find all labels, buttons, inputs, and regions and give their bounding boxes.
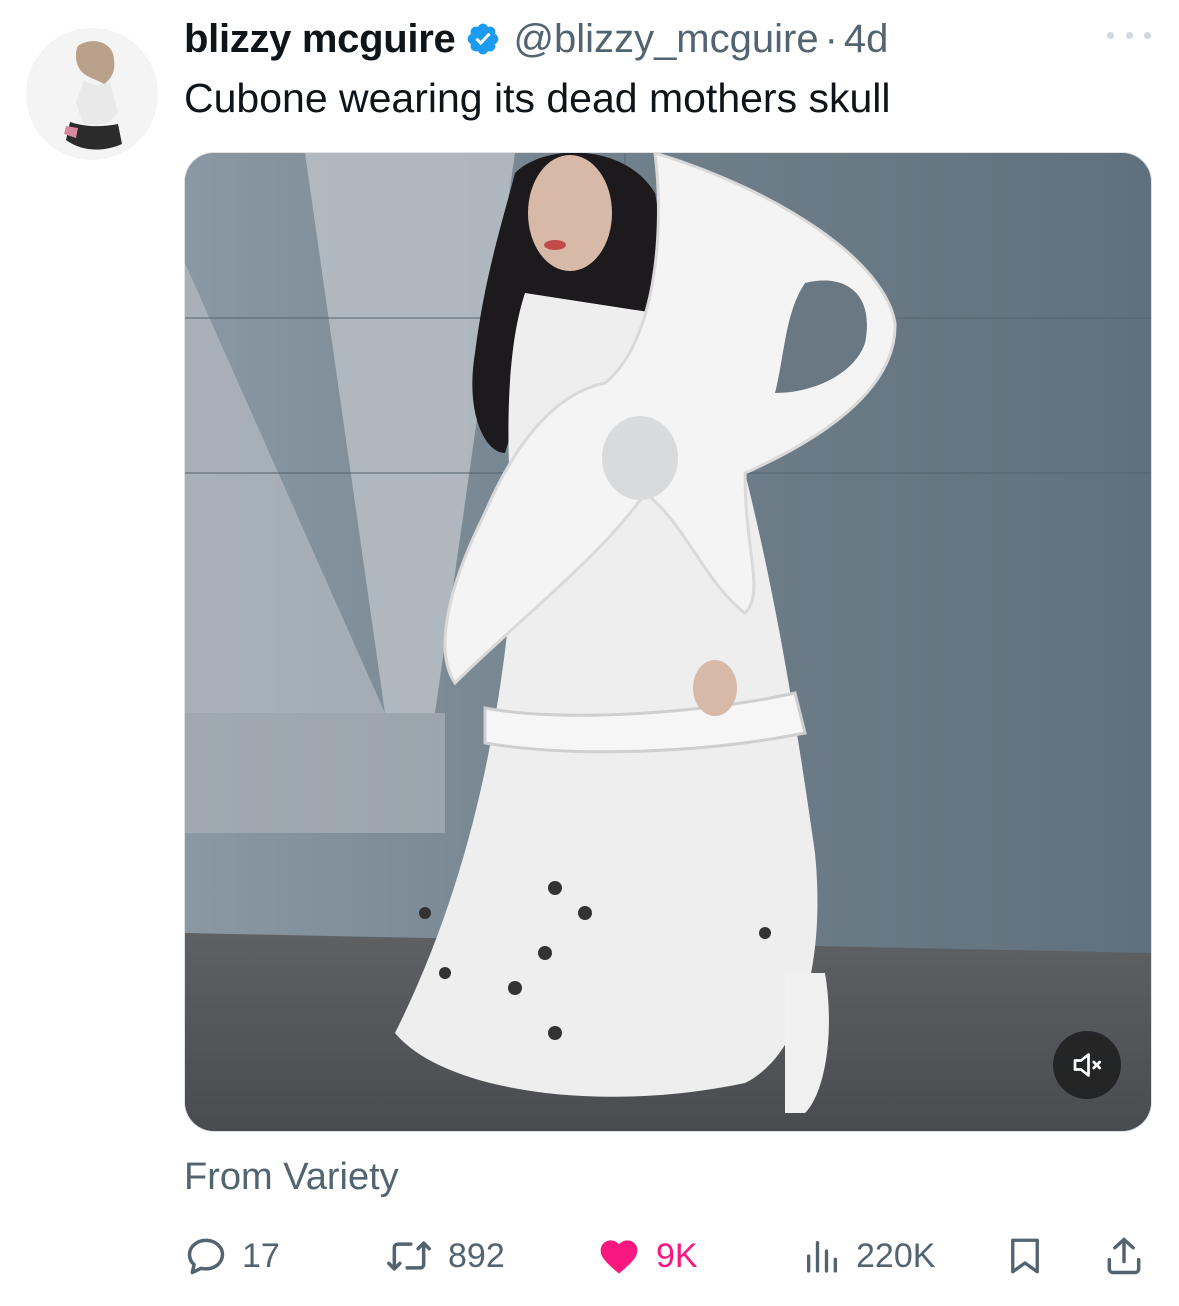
share-button[interactable] xyxy=(1102,1226,1146,1286)
volume-muted-icon[interactable] xyxy=(1053,1031,1121,1099)
more-options-icon[interactable] xyxy=(1107,20,1151,50)
bookmark-button[interactable] xyxy=(1004,1226,1046,1286)
display-name[interactable]: blizzy mcguire xyxy=(184,17,456,62)
heart-icon xyxy=(600,1240,638,1274)
tweet-action-bar: 17 892 9K 220K xyxy=(184,1226,1152,1286)
retweet-count: 892 xyxy=(448,1236,505,1275)
views-chart-icon xyxy=(807,1241,837,1273)
views-button[interactable]: 220K xyxy=(802,1226,935,1286)
view-count: 220K xyxy=(856,1236,936,1275)
share-icon xyxy=(1107,1237,1141,1275)
tweet-text: Cubone wearing its dead mothers skull xyxy=(184,75,891,121)
bookmark-icon xyxy=(1011,1238,1039,1274)
verified-badge-icon[interactable] xyxy=(465,21,501,57)
tweet-header: blizzy mcguire @blizzy_mcguire · 4d xyxy=(184,12,888,66)
like-button[interactable]: 9K xyxy=(596,1226,698,1286)
retweet-icon xyxy=(387,1241,431,1271)
retweet-button[interactable]: 892 xyxy=(384,1226,505,1286)
media-source-label[interactable]: From Variety xyxy=(184,1156,399,1199)
avatar[interactable] xyxy=(26,28,158,160)
reply-button[interactable]: 17 xyxy=(184,1226,280,1286)
reply-count: 17 xyxy=(242,1236,280,1275)
reply-icon xyxy=(187,1238,225,1275)
user-handle[interactable]: @blizzy_mcguire xyxy=(513,17,818,62)
timestamp[interactable]: 4d xyxy=(844,17,889,62)
like-count: 9K xyxy=(656,1236,698,1275)
separator-dot: · xyxy=(824,16,838,61)
tweet-video[interactable] xyxy=(184,152,1152,1132)
